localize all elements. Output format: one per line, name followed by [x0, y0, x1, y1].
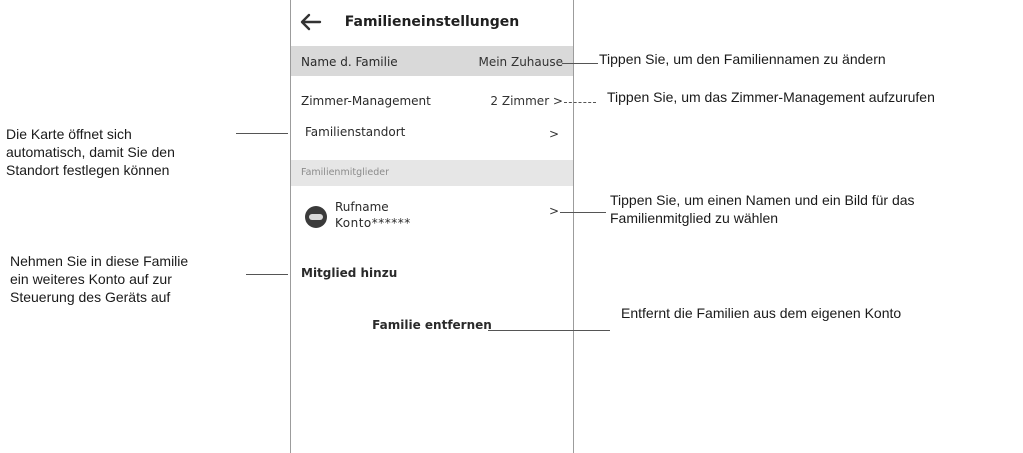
annotation-remove-family: Entfernt die Familien aus dem eigenen Ko…: [621, 305, 902, 321]
annotation-location-line-1: Die Karte öffnet sich: [6, 126, 132, 142]
header-bar: Familieneinstellungen: [291, 0, 573, 44]
annotation-member-line-2: Familienmitglied zu wählen: [610, 210, 779, 226]
chevron-right-icon: >: [548, 204, 559, 218]
annotation-member-line-1: Tippen Sie, um einen Namen und ein Bild …: [610, 192, 915, 208]
avatar: [305, 206, 327, 228]
annotation-add-member-line-1: Nehmen Sie in diese Familie: [10, 253, 189, 269]
room-management-label: Zimmer-Management: [301, 94, 431, 108]
family-name-label: Name d. Familie: [301, 55, 398, 69]
member-row[interactable]: Rufname Konto****** >: [291, 198, 573, 238]
annotation-room-management: Tippen Sie, um das Zimmer-Management auf…: [607, 89, 935, 105]
callout-line-location: [236, 133, 288, 134]
annotation-add-member-line-2: ein weiteres Konto auf zur: [10, 271, 172, 287]
room-management-row[interactable]: Zimmer-Management 2 Zimmer >: [291, 88, 573, 114]
annotation-add-member: Nehmen Sie in diese Familie ein weiteres…: [10, 252, 188, 306]
family-name-value: Mein Zuhause: [478, 55, 563, 69]
annotation-location-line-3: Standort festlegen können: [6, 162, 170, 178]
annotation-location-line-2: automatisch, damit Sie den: [6, 144, 175, 160]
member-account: Konto******: [335, 216, 411, 230]
annotation-family-name: Tippen Sie, um den Familiennamen zu ände…: [599, 51, 886, 67]
family-location-label: Familienstandort: [305, 125, 406, 139]
page-title: Familieneinstellungen: [344, 14, 520, 30]
room-count-value: 2 Zimmer >: [490, 94, 563, 108]
add-member-button[interactable]: Mitglied hinzu: [301, 266, 397, 280]
member-name: Rufname: [335, 200, 389, 214]
family-name-row[interactable]: Name d. Familie Mein Zuhause: [291, 46, 573, 76]
annotation-add-member-line-3: Steuerung des Geräts auf: [10, 289, 171, 305]
callout-line-add-member: [246, 274, 288, 275]
members-section-header: Familienmitglieder: [291, 160, 573, 186]
avatar-face-icon: [309, 214, 323, 220]
callout-line-remove-family: [488, 330, 610, 331]
phone-screen: Familieneinstellungen Name d. Familie Me…: [290, 0, 574, 453]
members-section-title: Familienmitglieder: [301, 167, 390, 178]
callout-line-member: [560, 212, 606, 213]
callout-line-family-name: [562, 63, 598, 64]
family-location-row[interactable]: Familienstandort >: [291, 121, 573, 147]
chevron-right-icon: >: [548, 127, 559, 141]
annotation-location: Die Karte öffnet sich automatisch, damit…: [6, 125, 175, 179]
annotation-member: Tippen Sie, um einen Namen und ein Bild …: [610, 191, 915, 227]
callout-line-room-management: [564, 102, 596, 103]
